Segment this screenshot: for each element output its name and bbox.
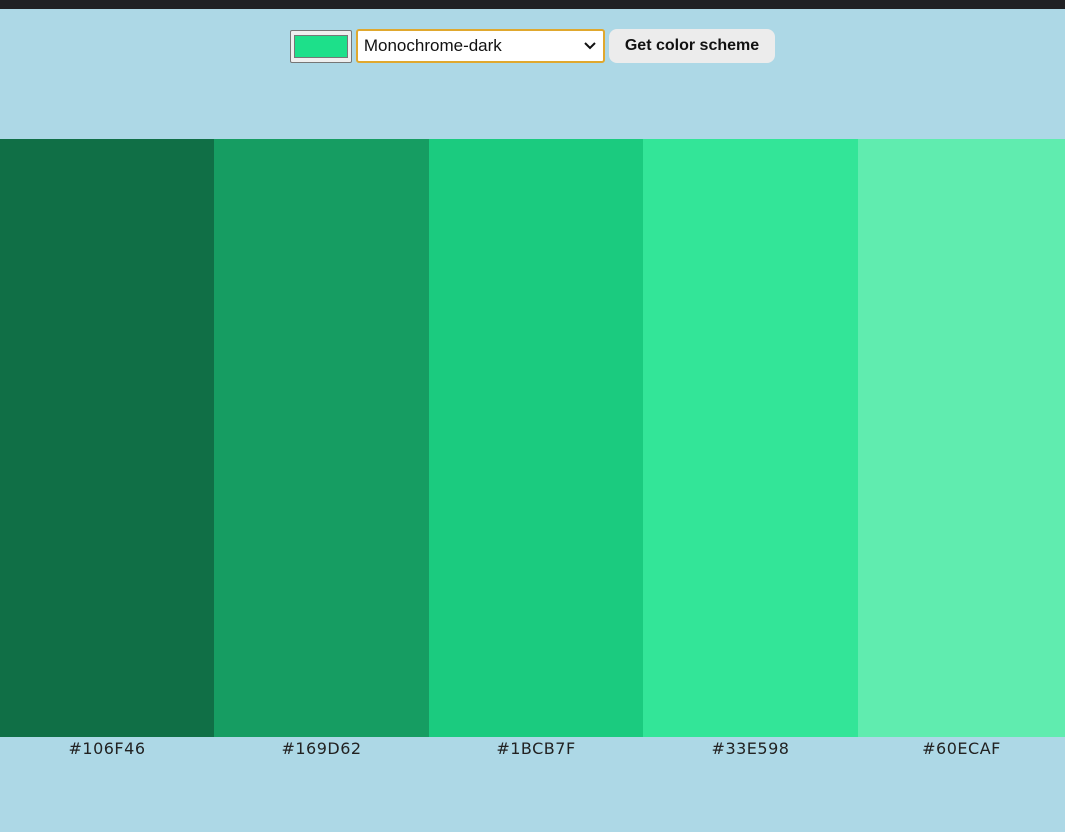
color-swatch-3 xyxy=(429,139,643,737)
color-palette xyxy=(0,139,1065,737)
hex-code-label: #106F46 xyxy=(68,739,146,758)
hex-code-label: #169D62 xyxy=(281,739,362,758)
hex-code-label: #1BCB7F xyxy=(496,739,576,758)
hex-code-row: #106F46 #169D62 #1BCB7F #33E598 #60ECAF xyxy=(0,737,1065,763)
hex-code-label: #60ECAF xyxy=(922,739,1001,758)
chevron-down-icon xyxy=(583,39,597,53)
hex-code-label: #33E598 xyxy=(711,739,790,758)
color-swatch-5 xyxy=(858,139,1065,737)
browser-top-bar xyxy=(0,0,1065,9)
color-swatch-2 xyxy=(214,139,429,737)
scheme-mode-select[interactable]: Monochrome-dark xyxy=(355,29,605,63)
scheme-controls: Monochrome-dark Get color scheme xyxy=(0,28,1065,64)
scheme-mode-selected-value: Monochrome-dark xyxy=(363,36,502,55)
color-swatch-1 xyxy=(0,139,214,737)
seed-color-swatch xyxy=(293,34,348,58)
color-swatch-4 xyxy=(643,139,858,737)
seed-color-picker[interactable] xyxy=(289,29,352,63)
get-color-scheme-button[interactable]: Get color scheme xyxy=(608,29,776,63)
